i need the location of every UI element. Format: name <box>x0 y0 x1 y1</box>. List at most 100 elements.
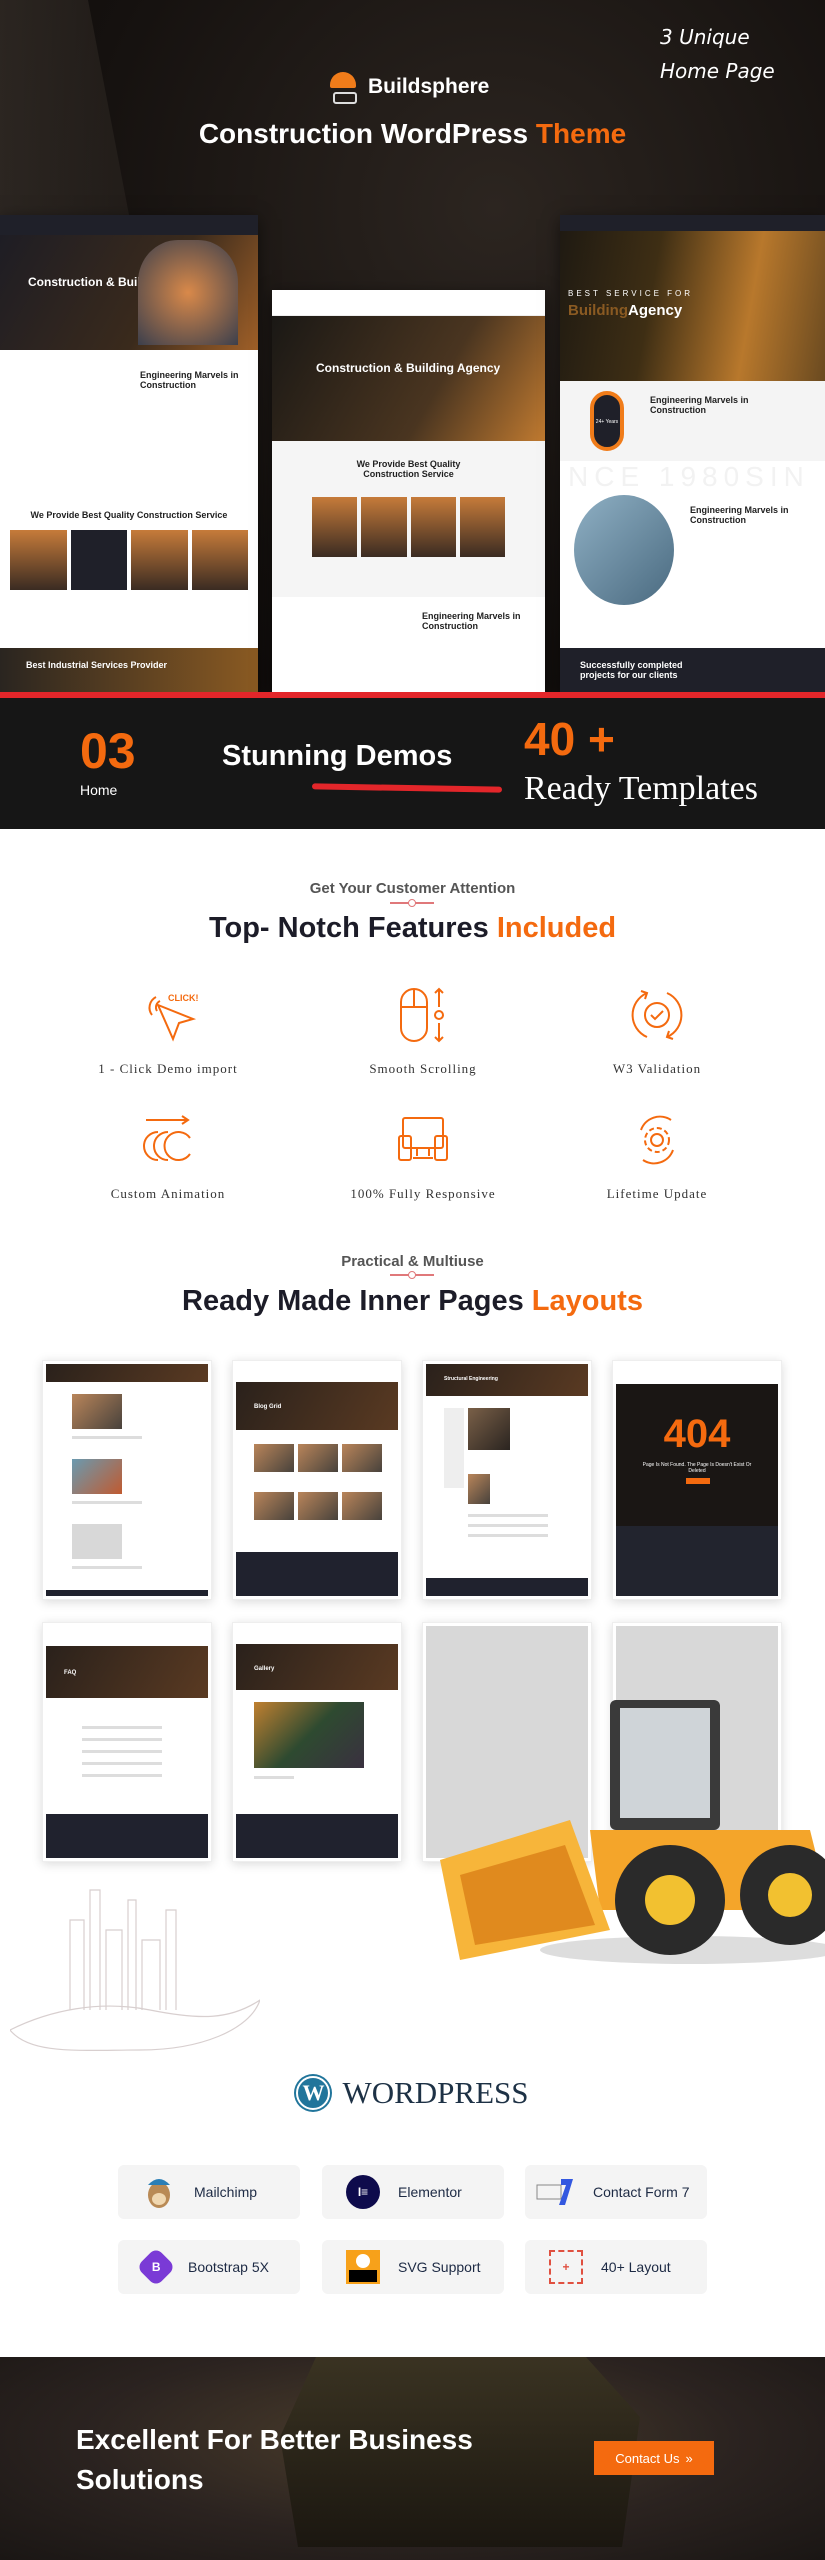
contact-us-button[interactable]: Contact Us » <box>594 2441 714 2475</box>
plugin-svg-support: SVG Support <box>322 2240 504 2294</box>
inner-page-404[interactable]: 404 Page Is Not Found. The Page Is Doesn… <box>612 1360 782 1600</box>
inner-page-faq[interactable]: FAQ <box>42 1622 212 1862</box>
demo-cards <box>272 497 545 597</box>
workers-circle-image <box>574 495 674 605</box>
wheel-loader-illustration <box>440 1700 825 1964</box>
plugin-label: Mailchimp <box>194 2184 258 2200</box>
error-code: 404 <box>663 1412 731 1456</box>
features-title: Top- Notch Features Included <box>0 912 825 945</box>
feature-label: 1 - Click Demo import <box>98 1061 238 1076</box>
hero-title-main: Construction WordPress <box>198 118 536 149</box>
plugin-elementor: I≡ Elementor <box>322 2165 504 2219</box>
plugin-bootstrap: B Bootstrap 5X <box>118 2240 300 2294</box>
feature-item: W3 Validation <box>537 985 777 1077</box>
demo-footer-title: Successfully completed projects for our … <box>580 660 683 680</box>
demo-hero: Construction & Building Agency <box>0 235 258 350</box>
demo-service: We Provide Best Quality Construction Ser… <box>272 441 545 497</box>
animation-icon <box>138 1110 198 1170</box>
demo-title: Construction & Building Agency <box>316 361 501 375</box>
svg-icon <box>346 2250 380 2284</box>
title-main: Top- Notch Features <box>208 912 497 944</box>
devices-icon <box>393 1110 453 1170</box>
feature-label: W3 Validation <box>612 1061 702 1076</box>
demo-about-band: 24+ Years Engineering Marvels in Constru… <box>560 381 825 461</box>
inner-page-blog-list[interactable] <box>42 1360 212 1600</box>
contact-form-7-icon <box>535 2175 575 2209</box>
title-main: Ready Made Inner Pages <box>182 1285 532 1317</box>
worker-image <box>138 240 238 345</box>
check-refresh-icon <box>627 985 687 1045</box>
svg-text:CLICK!: CLICK! <box>168 993 198 1003</box>
page-label: Gallery <box>254 1666 275 1672</box>
years-badge: 24+ Years <box>590 391 624 451</box>
demo-nav <box>272 290 545 316</box>
plugin-label: SVG Support <box>398 2259 481 2275</box>
elementor-icon: I≡ <box>346 2175 380 2209</box>
demo-about: Engineering Marvels in Construction <box>422 611 521 631</box>
plugin-label: 40+ Layout <box>601 2259 671 2275</box>
demo-eyebrow: BEST SERVICE FOR <box>568 289 694 298</box>
demo-nav <box>0 215 258 235</box>
city-in-hand-sketch <box>10 1889 260 2051</box>
error-message: Page Is Not Found. The Page Is Doesn't E… <box>642 1462 752 1474</box>
page-label: Structural Engineering <box>444 1376 498 1382</box>
demo-hero: BEST SERVICE FOR BuildingAgency <box>560 231 825 381</box>
feature-label: Custom Animation <box>110 1186 226 1201</box>
wordpress-label: WORDPRESS <box>342 2075 529 2110</box>
feature-item: Smooth Scrolling <box>303 985 543 1077</box>
gear-refresh-icon <box>627 1110 687 1170</box>
feature-item: Lifetime Update <box>537 1110 777 1202</box>
feature-item: Custom Animation <box>48 1110 288 1202</box>
badge-line: 3 Unique <box>660 25 750 49</box>
click-icon: CLICK! <box>138 985 198 1045</box>
home-button <box>686 1478 710 1484</box>
badge-line: Home Page <box>660 59 775 83</box>
demo-preview-2[interactable]: Construction & Building Agency We Provid… <box>272 290 545 692</box>
wordpress-icon: W <box>296 2076 331 2110</box>
demo-title: Agency <box>628 302 683 319</box>
plugin-mailchimp: Mailchimp <box>118 2165 300 2219</box>
layout-icon: + <box>549 2250 583 2284</box>
demo-preview-3[interactable]: BEST SERVICE FOR BuildingAgency 24+ Year… <box>560 215 825 692</box>
page-label: Blog Grid <box>254 1404 282 1410</box>
demo-preview-1[interactable]: Construction & Building Agency Engineeri… <box>0 215 258 692</box>
helmet-icon <box>330 72 357 104</box>
demo-cards <box>0 530 258 590</box>
demo-about: Engineering Marvels in Construction <box>650 395 749 415</box>
brand-logo: Buildsphere <box>330 72 489 104</box>
plugin-layout: +40+ Layout <box>525 2240 707 2294</box>
bootstrap-icon: B <box>136 2247 176 2287</box>
inner-page-blog-grid[interactable]: Blog Grid <box>232 1360 402 1600</box>
demo-nav <box>560 215 825 231</box>
inner-eyebrow: Practical & Multiuse <box>341 1253 484 1270</box>
home-label: Home <box>80 782 118 798</box>
unique-home-badge: 3 Unique Home Page <box>660 20 775 88</box>
page-label: FAQ <box>64 1670 77 1676</box>
mouse-scroll-icon <box>393 985 453 1045</box>
templates-label: Ready Templates <box>524 770 758 807</box>
inner-page-gallery[interactable]: Gallery <box>232 1622 402 1862</box>
stunning-demos-label: Stunning Demos <box>222 740 453 772</box>
section-divider <box>390 899 434 907</box>
inner-title: Ready Made Inner Pages Layouts <box>0 1285 825 1318</box>
demo-hero: Construction & Building Agency <box>272 316 545 441</box>
feature-item: 100% Fully Responsive <box>303 1110 543 1202</box>
cta-title-line: Excellent For Better Business <box>76 2424 473 2455</box>
inner-page-service-details[interactable]: Structural Engineering <box>422 1360 592 1600</box>
title-accent: Included <box>496 912 617 944</box>
demo-footer-title: Best Industrial Services Provider <box>26 660 168 670</box>
home-count: 03 <box>80 723 136 779</box>
features-eyebrow: Get Your Customer Attention <box>309 880 516 897</box>
watermark-text: NCE 1980SIN <box>568 461 810 492</box>
section-divider <box>390 1271 434 1279</box>
demo-about: Engineering Marvels in Construction <box>690 505 789 525</box>
cta-title-line: Solutions <box>76 2464 204 2495</box>
mailchimp-icon <box>142 2175 176 2209</box>
templates-count: 40 + <box>524 713 615 765</box>
feature-label: Smooth Scrolling <box>369 1061 477 1076</box>
demo-title-dim: Building <box>568 302 628 319</box>
demo-about: Engineering Marvels in Construction <box>140 370 239 390</box>
hero-title: Construction WordPress Theme <box>0 118 825 150</box>
demo-service: We Provide Best Quality Construction Ser… <box>30 510 228 520</box>
hero-title-accent: Theme <box>535 118 627 149</box>
